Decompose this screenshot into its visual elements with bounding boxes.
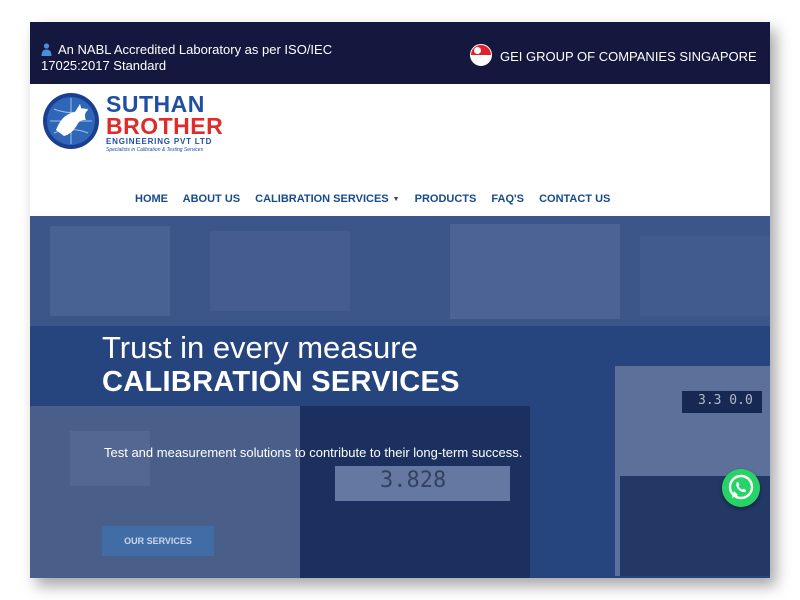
- nav-contact-us[interactable]: CONTACT US: [539, 193, 610, 205]
- page-frame: An NABL Accredited Laboratory as per ISO…: [30, 22, 770, 578]
- hero-title: CALIBRATION SERVICES: [102, 366, 460, 398]
- logo-wordmark[interactable]: SUTHAN BROTHER ENGINEERING PVT LTD Speci…: [106, 93, 223, 154]
- caret-down-icon: ▼: [392, 196, 400, 203]
- main-nav: HOME ABOUT US CALIBRATION SERVICES ▼ PROD…: [135, 193, 622, 205]
- hero-subtitle: Trust in every measure: [102, 330, 418, 365]
- logo-line-3: ENGINEERING PVT LTD: [106, 137, 213, 146]
- whatsapp-icon[interactable]: [722, 469, 760, 507]
- singapore-flag-icon: [470, 44, 492, 66]
- group-link[interactable]: GEI GROUP OF COMPANIES SINGAPORE: [470, 44, 757, 66]
- meter-right-readout: 3.3 0.0: [698, 393, 753, 408]
- meter-left-readout: 3.828: [380, 468, 447, 493]
- nav-about-us[interactable]: ABOUT US: [183, 193, 240, 205]
- site-header: SUTHAN BROTHER ENGINEERING PVT LTD Speci…: [30, 84, 770, 216]
- nav-calibration-label: CALIBRATION SERVICES: [255, 193, 389, 205]
- hero-description: Test and measurement solutions to contri…: [104, 445, 523, 460]
- nav-faqs[interactable]: FAQ'S: [491, 193, 524, 205]
- logo-line-2: BROTHER: [106, 113, 224, 139]
- nav-calibration-services[interactable]: CALIBRATION SERVICES ▼: [255, 193, 399, 205]
- nav-home[interactable]: HOME: [135, 193, 168, 205]
- nav-products[interactable]: PRODUCTS: [415, 193, 477, 205]
- hero-banner: 3.828 3.3 0.0 Trust in every measure CAL…: [30, 216, 770, 578]
- our-services-button[interactable]: OUR SERVICES: [102, 526, 214, 556]
- top-bar: An NABL Accredited Laboratory as per ISO…: [30, 22, 770, 84]
- logo-globe-icon[interactable]: [42, 92, 100, 150]
- logo-line-1: SUTHAN: [106, 91, 205, 117]
- person-icon: [41, 43, 52, 56]
- group-text: GEI GROUP OF COMPANIES SINGAPORE: [500, 49, 757, 64]
- logo-tagline: Specialists in Calibration & Testing Ser…: [106, 147, 204, 153]
- accreditation-notice: An NABL Accredited Laboratory as per ISO…: [41, 42, 361, 74]
- accreditation-text: An NABL Accredited Laboratory as per ISO…: [41, 42, 333, 73]
